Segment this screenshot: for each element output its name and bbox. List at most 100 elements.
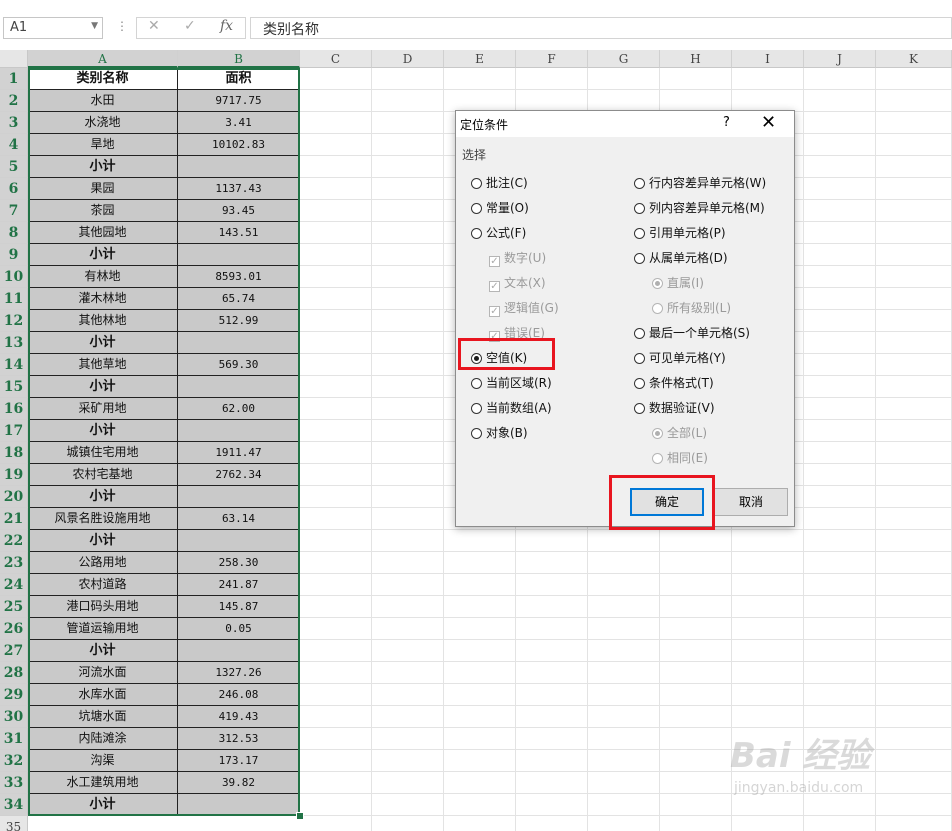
row-header[interactable]: 27 xyxy=(0,640,28,662)
row-header[interactable]: 5 xyxy=(0,156,28,178)
row-header[interactable]: 28 xyxy=(0,662,28,684)
column-header-d[interactable]: D xyxy=(372,50,444,68)
table-cell[interactable]: 管道运输用地 xyxy=(28,618,178,640)
option-radio[interactable]: 最后一个单元格(S) xyxy=(634,324,750,341)
more-options-icon[interactable]: ⋮ xyxy=(116,19,128,33)
row-header[interactable]: 4 xyxy=(0,134,28,156)
table-cell[interactable]: 0.05 xyxy=(178,618,300,640)
radio-icon[interactable] xyxy=(634,353,645,364)
radio-icon[interactable] xyxy=(471,203,482,214)
table-cell[interactable]: 2762.34 xyxy=(178,464,300,486)
table-cell[interactable]: 农村道路 xyxy=(28,574,178,596)
table-cell[interactable]: 旱地 xyxy=(28,134,178,156)
row-header[interactable]: 24 xyxy=(0,574,28,596)
chevron-down-icon[interactable]: ▼ xyxy=(91,21,98,31)
fill-handle[interactable] xyxy=(296,812,304,820)
option-radio[interactable]: 列内容差异单元格(M) xyxy=(634,199,765,216)
radio-icon[interactable] xyxy=(471,378,482,389)
table-cell[interactable]: 果园 xyxy=(28,178,178,200)
row-header[interactable]: 8 xyxy=(0,222,28,244)
table-cell[interactable]: 水田 xyxy=(28,90,178,112)
table-cell[interactable] xyxy=(178,794,300,816)
row-header[interactable]: 16 xyxy=(0,398,28,420)
option-radio[interactable]: 当前区域(R) xyxy=(471,374,552,391)
table-cell[interactable] xyxy=(178,640,300,662)
table-cell[interactable]: 小计 xyxy=(28,530,178,552)
radio-icon[interactable] xyxy=(471,428,482,439)
table-cell[interactable]: 内陆滩涂 xyxy=(28,728,178,750)
column-header-i[interactable]: I xyxy=(732,50,804,68)
option-radio[interactable]: 条件格式(T) xyxy=(634,374,714,391)
table-cell[interactable] xyxy=(178,486,300,508)
table-cell[interactable]: 246.08 xyxy=(178,684,300,706)
row-header[interactable]: 10 xyxy=(0,266,28,288)
row-header[interactable]: 26 xyxy=(0,618,28,640)
table-header-cell[interactable]: 类别名称 xyxy=(28,68,178,90)
column-header-c[interactable]: C xyxy=(300,50,372,68)
table-cell[interactable]: 坑塘水面 xyxy=(28,706,178,728)
insert-function-icon[interactable]: fx xyxy=(220,18,233,34)
table-cell[interactable]: 93.45 xyxy=(178,200,300,222)
table-cell[interactable]: 风景名胜设施用地 xyxy=(28,508,178,530)
table-cell[interactable]: 采矿用地 xyxy=(28,398,178,420)
table-cell[interactable] xyxy=(178,244,300,266)
row-header[interactable]: 35 xyxy=(0,816,28,831)
table-cell[interactable]: 小计 xyxy=(28,640,178,662)
table-cell[interactable]: 1327.26 xyxy=(178,662,300,684)
row-header[interactable]: 12 xyxy=(0,310,28,332)
close-icon[interactable]: ✕ xyxy=(761,112,776,133)
cancel-icon[interactable]: ✕ xyxy=(148,18,160,34)
cancel-button[interactable]: 取消 xyxy=(714,488,788,516)
row-header[interactable]: 3 xyxy=(0,112,28,134)
table-cell[interactable]: 312.53 xyxy=(178,728,300,750)
table-cell[interactable] xyxy=(178,156,300,178)
table-cell[interactable]: 1137.43 xyxy=(178,178,300,200)
row-header[interactable]: 31 xyxy=(0,728,28,750)
table-cell[interactable]: 沟渠 xyxy=(28,750,178,772)
row-header[interactable]: 7 xyxy=(0,200,28,222)
row-header[interactable]: 2 xyxy=(0,90,28,112)
option-radio[interactable]: 引用单元格(P) xyxy=(634,224,726,241)
column-header-a[interactable]: A xyxy=(28,50,178,68)
row-header[interactable]: 19 xyxy=(0,464,28,486)
option-radio[interactable]: 对象(B) xyxy=(471,424,528,441)
row-header[interactable]: 22 xyxy=(0,530,28,552)
table-cell[interactable]: 小计 xyxy=(28,486,178,508)
row-header[interactable]: 17 xyxy=(0,420,28,442)
table-cell[interactable] xyxy=(178,376,300,398)
row-header[interactable]: 14 xyxy=(0,354,28,376)
row-header[interactable]: 15 xyxy=(0,376,28,398)
table-cell[interactable]: 258.30 xyxy=(178,552,300,574)
row-header[interactable]: 25 xyxy=(0,596,28,618)
table-cell[interactable]: 其他林地 xyxy=(28,310,178,332)
row-header[interactable]: 33 xyxy=(0,772,28,794)
ok-button[interactable]: 确定 xyxy=(630,488,704,516)
table-cell[interactable] xyxy=(178,530,300,552)
table-cell[interactable]: 小计 xyxy=(28,376,178,398)
row-header[interactable]: 21 xyxy=(0,508,28,530)
table-cell[interactable]: 小计 xyxy=(28,156,178,178)
table-cell[interactable]: 水浇地 xyxy=(28,112,178,134)
table-cell[interactable]: 港口码头用地 xyxy=(28,596,178,618)
column-header-f[interactable]: F xyxy=(516,50,588,68)
table-cell[interactable]: 1911.47 xyxy=(178,442,300,464)
table-cell[interactable]: 63.14 xyxy=(178,508,300,530)
radio-icon[interactable] xyxy=(634,328,645,339)
table-cell[interactable]: 小计 xyxy=(28,244,178,266)
option-radio[interactable]: 数据验证(V) xyxy=(634,399,715,416)
column-header-e[interactable]: E xyxy=(444,50,516,68)
option-radio[interactable]: 公式(F) xyxy=(471,224,526,241)
column-header-h[interactable]: H xyxy=(660,50,732,68)
table-cell[interactable] xyxy=(178,420,300,442)
table-cell[interactable]: 小计 xyxy=(28,420,178,442)
radio-icon[interactable] xyxy=(471,228,482,239)
enter-icon[interactable]: ✓ xyxy=(184,18,196,34)
help-icon[interactable]: ? xyxy=(723,115,730,130)
row-header[interactable]: 32 xyxy=(0,750,28,772)
table-cell[interactable]: 农村宅基地 xyxy=(28,464,178,486)
row-header[interactable]: 34 xyxy=(0,794,28,816)
table-cell[interactable]: 河流水面 xyxy=(28,662,178,684)
row-header[interactable]: 11 xyxy=(0,288,28,310)
table-cell[interactable]: 145.87 xyxy=(178,596,300,618)
radio-icon[interactable] xyxy=(634,403,645,414)
